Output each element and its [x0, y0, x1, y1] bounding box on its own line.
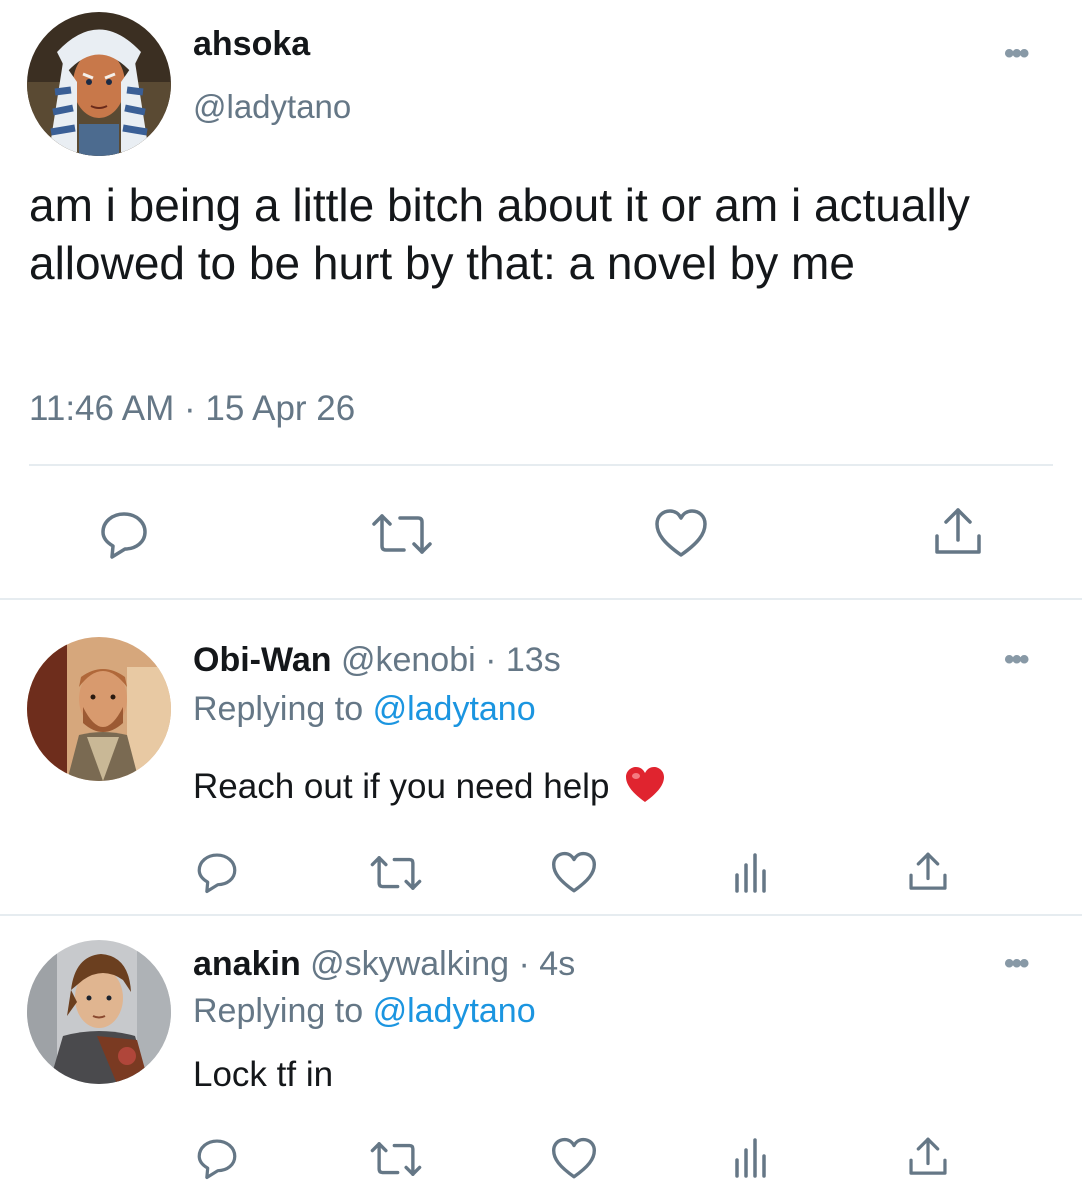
replying-prefix: Replying to — [193, 690, 364, 728]
more-options-icon[interactable]: ••• — [1004, 39, 1029, 69]
reply-header: anakin @skywalking · 4s — [193, 945, 575, 984]
display-name[interactable]: ahsoka — [193, 25, 310, 64]
reply-time[interactable]: · 13s — [485, 641, 561, 679]
replying-to-link[interactable]: @ladytano — [373, 992, 536, 1030]
retweet-icon[interactable] — [369, 1137, 423, 1181]
handle[interactable]: @kenobi — [341, 641, 476, 679]
reply-time[interactable]: · 4s — [519, 945, 576, 983]
heart-emoji — [625, 766, 665, 813]
handle[interactable]: @ladytano — [193, 88, 351, 126]
reply-text-body: Reach out if you need help — [193, 767, 610, 806]
avatar-obi-wan[interactable] — [27, 637, 171, 781]
like-icon[interactable] — [551, 1137, 597, 1181]
retweet-icon[interactable] — [370, 508, 434, 560]
replying-prefix: Replying to — [193, 992, 364, 1030]
share-icon[interactable] — [907, 851, 949, 893]
reply-text: Reach out if you need help — [193, 766, 665, 813]
more-options-icon[interactable]: ••• — [1004, 645, 1029, 675]
reply-header: Obi-Wan @kenobi · 13s — [193, 641, 561, 680]
thread-divider — [0, 598, 1082, 600]
like-icon[interactable] — [551, 851, 597, 895]
avatar-ahsoka[interactable] — [27, 12, 171, 156]
display-name[interactable]: anakin — [193, 945, 301, 983]
display-name[interactable]: Obi-Wan — [193, 641, 332, 679]
reply-icon[interactable] — [195, 850, 239, 894]
analytics-icon[interactable] — [733, 1138, 769, 1178]
reply-text-body: Lock tf in — [193, 1055, 334, 1094]
reply-icon[interactable] — [195, 1136, 239, 1180]
replying-to-link[interactable]: @ladytano — [373, 690, 536, 728]
more-options-icon[interactable]: ••• — [1004, 949, 1029, 979]
retweet-icon[interactable] — [369, 851, 423, 895]
thread-divider — [0, 914, 1082, 916]
handle[interactable]: @skywalking — [310, 945, 509, 983]
tweet-text: am i being a little bitch about it or am… — [29, 179, 970, 289]
avatar-anakin[interactable] — [27, 940, 171, 1084]
stats-divider — [29, 464, 1053, 466]
like-icon[interactable] — [654, 508, 708, 560]
analytics-icon[interactable] — [733, 853, 769, 893]
share-icon[interactable] — [932, 506, 984, 558]
share-icon[interactable] — [907, 1136, 949, 1178]
replying-to: Replying to @ladytano — [193, 690, 536, 729]
tweet-timestamp: 11:46 AM · 15 Apr 26 — [29, 389, 356, 428]
reply-icon[interactable] — [98, 508, 150, 560]
replying-to: Replying to @ladytano — [193, 992, 536, 1031]
